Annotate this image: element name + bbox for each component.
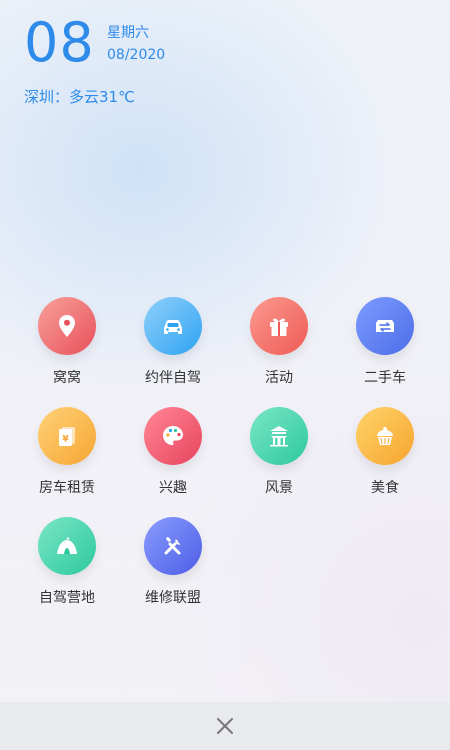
menu-item-label: 美食 xyxy=(371,480,399,496)
rental-card-icon: ¥ xyxy=(38,407,96,465)
day-number: 08 xyxy=(24,11,95,74)
menu-item-rv-rental[interactable]: ¥ 房车租赁 xyxy=(14,407,120,497)
repair-tools-icon xyxy=(144,517,202,575)
menu-item-label: 窝窝 xyxy=(53,370,81,386)
tent-icon xyxy=(38,517,96,575)
pavilion-icon xyxy=(250,407,308,465)
menu-item-label: 兴趣 xyxy=(159,480,187,496)
menu-item-wowo[interactable]: 窝窝 xyxy=(14,297,120,387)
exchange-car-icon xyxy=(356,297,414,355)
weekday: 星期六 xyxy=(107,25,149,41)
menu-item-label: 活动 xyxy=(265,370,293,386)
menu-item-campsite[interactable]: 自驾营地 xyxy=(14,517,120,607)
menu-item-repair[interactable]: 维修联盟 xyxy=(120,517,226,607)
menu-item-food[interactable]: 美食 xyxy=(332,407,438,497)
menu-item-carpool[interactable]: 约伴自驾 xyxy=(120,297,226,387)
cupcake-icon xyxy=(356,407,414,465)
month-year: 08/2020 xyxy=(107,47,166,63)
close-button[interactable] xyxy=(211,712,239,740)
menu-item-activity[interactable]: 活动 xyxy=(226,297,332,387)
close-icon xyxy=(217,718,233,734)
menu-item-label: 风景 xyxy=(265,480,293,496)
location-pin-icon xyxy=(38,297,96,355)
menu-item-label: 约伴自驾 xyxy=(145,370,201,386)
car-front-icon xyxy=(144,297,202,355)
menu-item-interest[interactable]: 兴趣 xyxy=(120,407,226,497)
menu-item-label: 自驾营地 xyxy=(39,590,95,606)
weather-info: 深圳：多云31℃ xyxy=(24,88,135,106)
menu-item-used-car[interactable]: 二手车 xyxy=(332,297,438,387)
menu-item-label: 二手车 xyxy=(364,370,406,386)
menu-item-label: 维修联盟 xyxy=(145,590,201,606)
svg-text:¥: ¥ xyxy=(62,435,69,445)
menu-item-label: 房车租赁 xyxy=(39,480,95,496)
bottom-bar xyxy=(0,702,450,750)
menu-item-scenery[interactable]: 风景 xyxy=(226,407,332,497)
palette-icon xyxy=(144,407,202,465)
gift-icon xyxy=(250,297,308,355)
